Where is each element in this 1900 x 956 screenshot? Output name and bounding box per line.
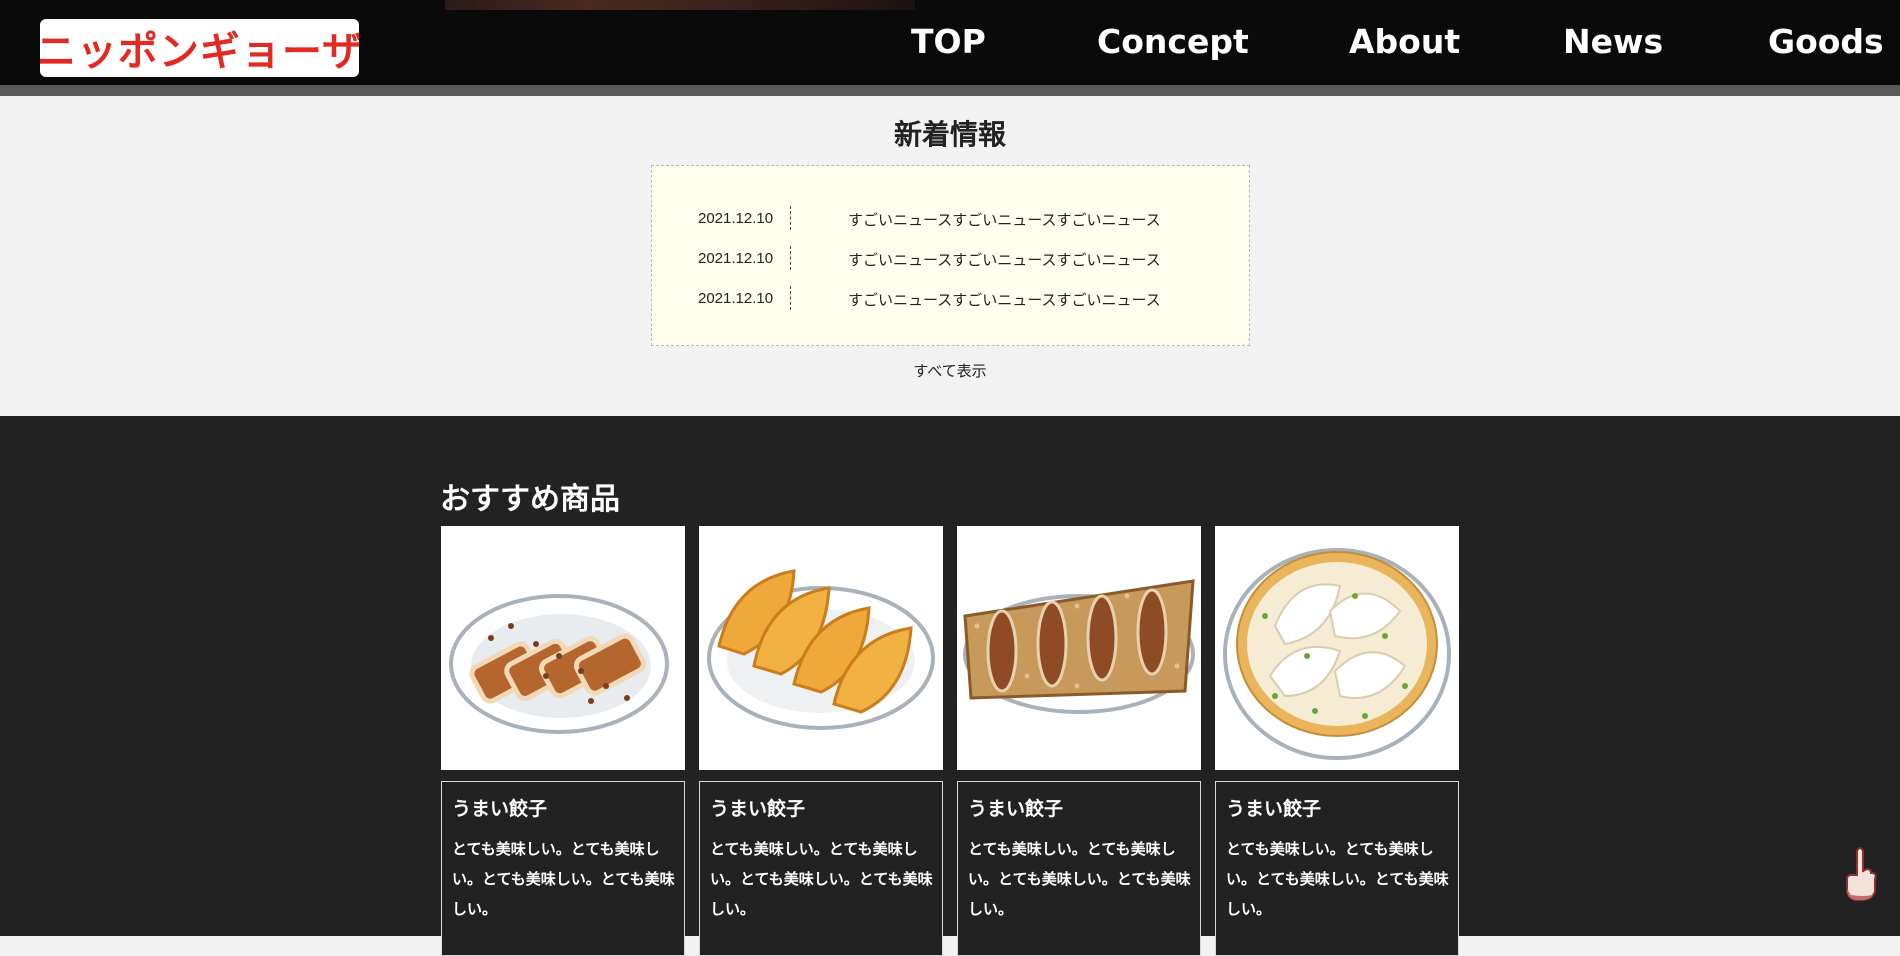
news-separator [790,206,791,230]
product-description: とても美味しい。とても美味しい。とても美味しい。とても美味しい。 [968,840,1191,918]
site-header: ニッポンギョーザ TOP Concept About News Goods [0,0,1900,85]
scroll-top-button[interactable] [1843,845,1877,903]
product-image [699,526,943,770]
show-all-row: すべて表示 [0,360,1900,381]
news-text: すごいニュースすごいニュースすごいニュース [848,211,1161,229]
nav-goods[interactable]: Goods [1768,22,1884,70]
product-name: うまい餃子 [452,798,548,820]
news-separator [790,246,791,270]
product-image [441,526,685,770]
news-text: すごいニュースすごいニュースすごいニュース [848,251,1161,269]
products-section: おすすめ商品 うまい餃子 とても美味しい。とても美味しい。とても美味しい。とても… [0,416,1900,956]
product-info: うまい餃子 とても美味しい。とても美味しい。とても美味しい。とても美味しい。 [699,781,943,956]
nav-news[interactable]: News [1563,22,1663,70]
product-image [1215,526,1459,770]
news-section-title: 新着情報 [893,118,1006,151]
product-description: とても美味しい。とても美味しい。とても美味しい。とても美味しい。 [710,840,933,918]
nav-top[interactable]: TOP [911,22,986,70]
product-name: うまい餃子 [710,798,806,820]
product-info: うまい餃子 とても美味しい。とても美味しい。とても美味しい。とても美味しい。 [957,781,1201,956]
products-section-title: おすすめ商品 [440,482,620,517]
nav-concept[interactable]: Concept [1097,22,1249,70]
news-item[interactable]: 2021.12.10 すごいニュースすごいニュースすごいニュース [652,204,1249,234]
product-description: とても美味しい。とても美味しい。とても美味しい。とても美味しい。 [1226,840,1449,918]
news-date: 2021.12.10 [698,250,774,267]
winged-gyoza-illustration [963,579,1195,714]
product-card[interactable]: うまい餃子 とても美味しい。とても美味しい。とても美味しい。とても美味しい。 [957,526,1201,956]
news-item[interactable]: 2021.12.10 すごいニュースすごいニュースすごいニュース [652,284,1249,314]
news-list: 2021.12.10 すごいニュースすごいニュースすごいニュース 2021.12… [651,165,1250,346]
news-separator [790,286,791,310]
news-date: 2021.12.10 [698,210,774,227]
product-info: うまい餃子 とても美味しい。とても美味しい。とても美味しい。とても美味しい。 [1215,781,1459,956]
news-date: 2021.12.10 [698,290,774,307]
product-card[interactable]: うまい餃子 とても美味しい。とても美味しい。とても美味しい。とても美味しい。 [699,526,943,956]
fried-gyoza-illustration [707,569,935,730]
show-all-link[interactable]: すべて表示 [913,362,986,380]
product-card[interactable]: うまい餃子 とても美味しい。とても美味しい。とても美味しい。とても美味しい。 [441,526,685,956]
nav-about[interactable]: About [1349,22,1460,70]
product-name: うまい餃子 [968,798,1064,820]
product-description: とても美味しい。とても美味しい。とても美味しい。とても美味しい。 [452,840,675,918]
product-name: うまい餃子 [1226,798,1322,820]
product-image [957,526,1201,770]
grilled-gyoza-illustration [449,594,669,734]
product-card[interactable]: うまい餃子 とても美味しい。とても美味しい。とても美味しい。とても美味しい。 [1215,526,1459,956]
news-item[interactable]: 2021.12.10 すごいニュースすごいニュースすごいニュース [652,244,1249,274]
product-info: うまい餃子 とても美味しい。とても美味しい。とても美味しい。とても美味しい。 [441,781,685,956]
site-logo[interactable]: ニッポンギョーザ [40,19,359,77]
header-divider [0,85,1900,96]
hero-image-edge [445,0,915,10]
news-text: すごいニュースすごいニュースすごいニュース [848,291,1161,309]
pointing-finger-icon [1846,847,1877,901]
soup-gyoza-illustration [1223,548,1451,760]
